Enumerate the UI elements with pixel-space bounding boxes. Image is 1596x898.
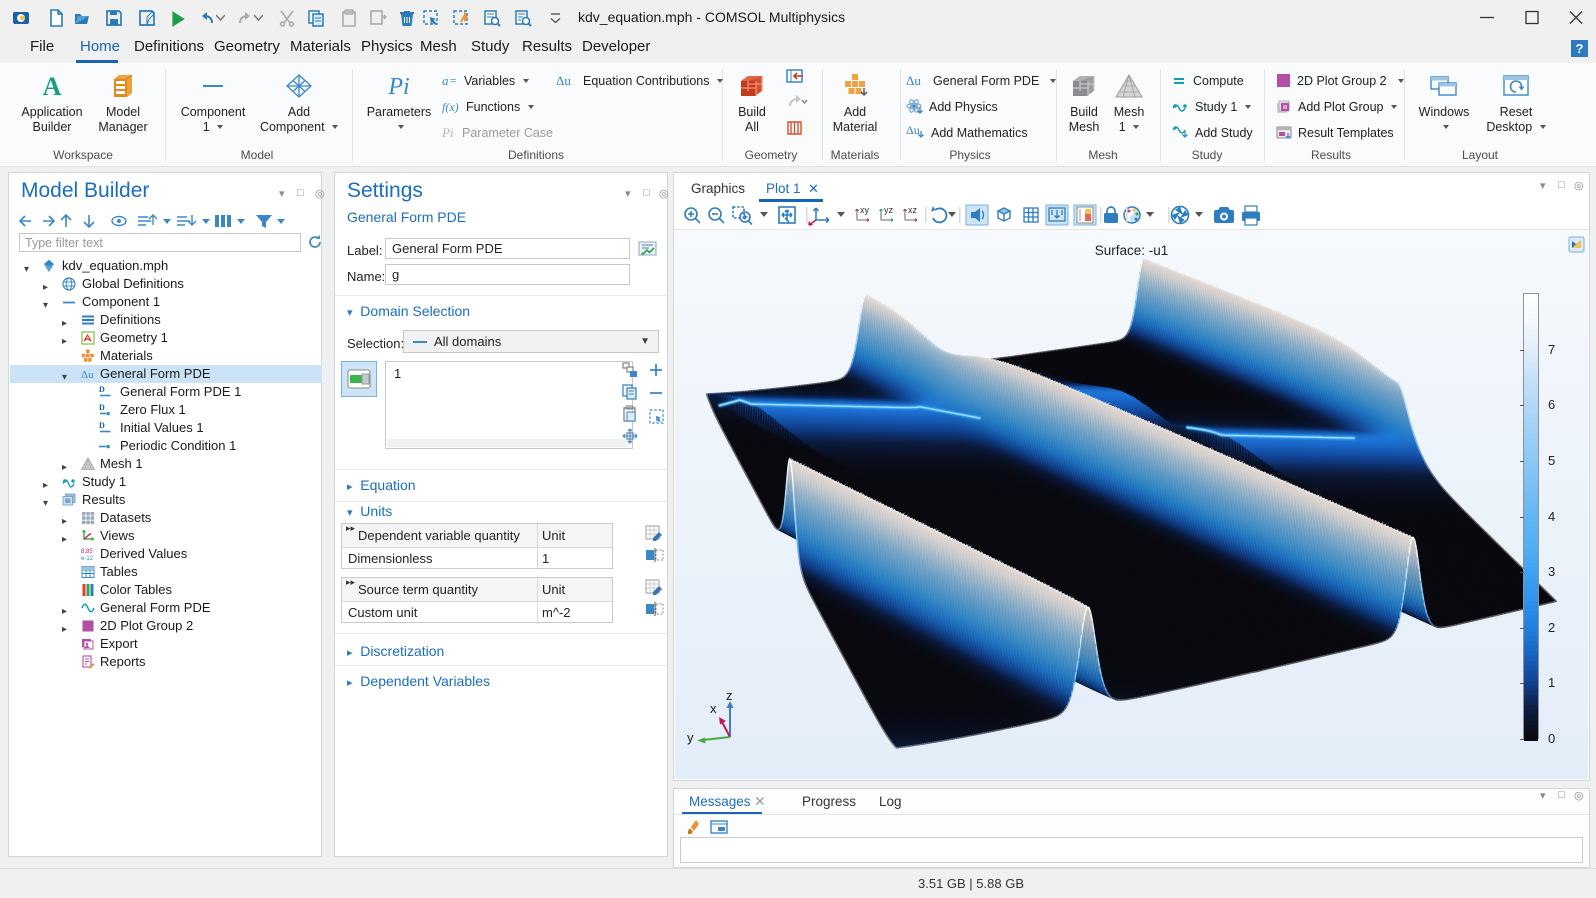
svg-text:Pi: Pi bbox=[387, 74, 409, 99]
svg-text:e-12: e-12 bbox=[81, 556, 94, 561]
svg-text:xz: xz bbox=[908, 205, 918, 215]
svg-text:xy: xy bbox=[860, 205, 870, 215]
svg-text:Δu: Δu bbox=[556, 74, 571, 88]
svg-text:Δu: Δu bbox=[81, 369, 94, 381]
svg-text:D: D bbox=[99, 421, 105, 430]
svg-text:Δu: Δu bbox=[906, 124, 920, 137]
svg-text:y: y bbox=[687, 730, 694, 745]
svg-text:a=: a= bbox=[442, 74, 457, 88]
svg-text:A: A bbox=[43, 73, 62, 99]
svg-text:yz: yz bbox=[884, 205, 894, 215]
svg-text:D: D bbox=[99, 403, 105, 412]
svg-text:x: x bbox=[710, 701, 717, 716]
svg-text:f(x): f(x) bbox=[442, 100, 459, 114]
svg-text:Pi: Pi bbox=[442, 126, 454, 140]
svg-text:z: z bbox=[726, 688, 733, 703]
svg-text:8.85: 8.85 bbox=[81, 549, 93, 555]
svg-text:Δu: Δu bbox=[906, 74, 921, 88]
svg-text:D: D bbox=[99, 385, 105, 394]
